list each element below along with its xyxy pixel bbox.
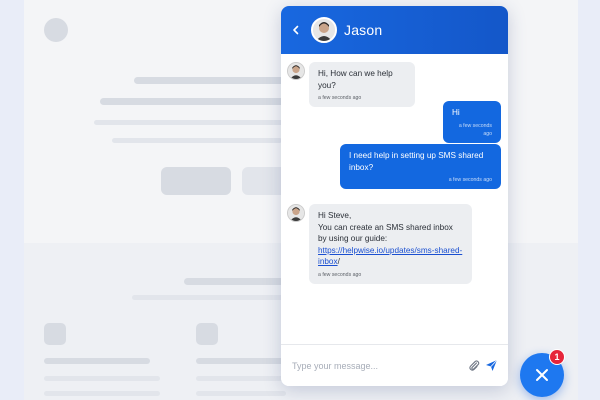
background-text-line — [132, 295, 292, 300]
background-card-icon — [44, 323, 66, 345]
send-icon[interactable] — [485, 359, 498, 377]
message-text: You can create an SMS shared inbox by us… — [318, 222, 453, 244]
background-text-line — [44, 376, 160, 381]
link-suffix: / — [337, 257, 340, 266]
chevron-left-icon — [293, 25, 299, 35]
background-text-line — [196, 358, 286, 364]
message-composer — [281, 344, 508, 386]
message-timestamp: a few seconds ago — [458, 122, 492, 137]
paperclip-icon[interactable] — [468, 359, 480, 377]
background-text-line — [112, 138, 282, 143]
message-input[interactable] — [292, 360, 452, 371]
message-bubble-incoming: Hi Steve, You can create an SMS shared i… — [309, 204, 472, 284]
background-text-line — [94, 120, 284, 125]
background-text-line — [100, 98, 300, 105]
back-button[interactable] — [283, 6, 309, 54]
agent-name: Jason — [344, 22, 383, 38]
background-button — [161, 167, 231, 195]
message-timestamp: a few seconds ago — [318, 271, 362, 278]
agent-avatar-small — [287, 62, 305, 80]
agent-avatar-small — [287, 204, 305, 222]
message-text: Hi, How can we help you? — [318, 69, 393, 90]
chat-header: Jason — [281, 6, 508, 54]
background-card-icon — [196, 323, 218, 345]
background-text-line — [196, 376, 286, 381]
background-text-line — [44, 391, 160, 396]
background-text-line — [44, 358, 150, 364]
message-timestamp: a few seconds ago — [318, 95, 362, 101]
message-text: Hi Steve, — [318, 211, 352, 220]
message-bubble-outgoing: Hi a few seconds ago — [443, 101, 501, 143]
chat-widget: Jason Hi, How can we help you? a few sec… — [281, 6, 508, 386]
notification-badge: 1 — [549, 349, 565, 365]
message-text: Hi — [452, 108, 460, 117]
message-text: I need help in setting up SMS shared inb… — [349, 151, 484, 172]
background-text-line — [134, 77, 294, 84]
agent-avatar — [311, 17, 337, 43]
background-logo — [44, 18, 68, 42]
background-text-line — [196, 391, 286, 396]
message-bubble-outgoing: I need help in setting up SMS shared inb… — [340, 144, 501, 189]
message-list: Hi, How can we help you? a few seconds a… — [281, 54, 508, 344]
background-text-line — [184, 278, 284, 285]
message-bubble-incoming: Hi, How can we help you? a few seconds a… — [309, 62, 415, 107]
close-icon — [536, 369, 548, 381]
message-timestamp: a few seconds ago — [448, 177, 492, 183]
